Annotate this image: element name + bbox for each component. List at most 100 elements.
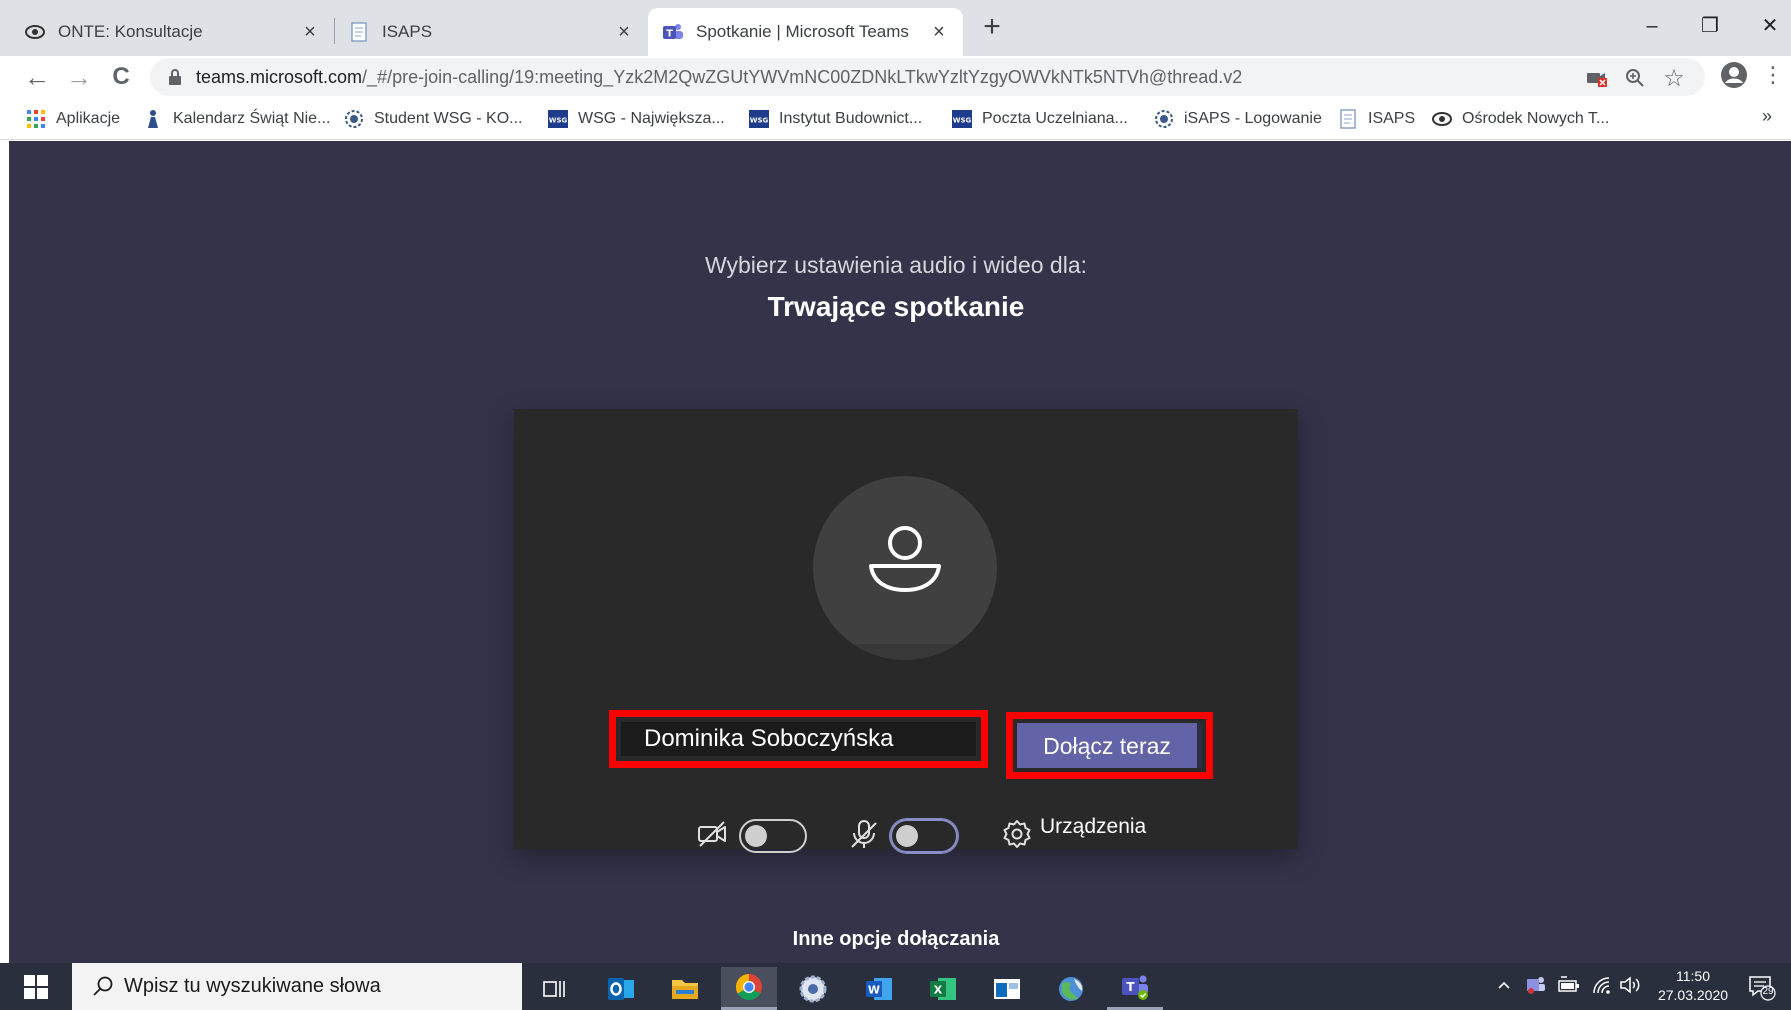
forward-button[interactable]: →: [62, 60, 96, 94]
person-icon: [869, 526, 941, 592]
profile-avatar-icon[interactable]: [1720, 61, 1748, 89]
bookmarks-overflow-button[interactable]: »: [1762, 106, 1772, 127]
meeting-title: Trwające spotkanie: [767, 291, 1025, 322]
wsg-emblem-icon: [344, 109, 364, 129]
bookmark-label: Student WSG - KO...: [374, 110, 523, 127]
tab-strip: ONTE: Konsultacje × ISAPS × T Spotkanie …: [0, 0, 1791, 56]
word-icon[interactable]: W: [851, 967, 907, 1010]
tray-overflow-icon[interactable]: [1496, 975, 1512, 1000]
eye-logo-icon: [24, 21, 46, 43]
bookmark-label: Aplikacje: [56, 110, 121, 127]
minimize-button[interactable]: –: [1632, 8, 1672, 44]
bookmark-label: ISAPS: [1368, 110, 1416, 127]
tab-isaps[interactable]: ISAPS ×: [348, 8, 648, 56]
reload-button[interactable]: C: [104, 60, 138, 94]
star-bookmark-icon[interactable]: ☆: [1662, 65, 1686, 92]
tab-teams[interactable]: T Spotkanie | Microsoft Teams ×: [648, 8, 963, 56]
screen: ONTE: Konsultacje × ISAPS × T Spotkanie …: [0, 0, 1791, 1010]
search-icon: [93, 976, 113, 996]
bookmark-osrodek[interactable]: Ośrodek Nowych T...: [1432, 106, 1609, 132]
svg-text:WSG: WSG: [750, 117, 769, 125]
restore-button[interactable]: ❐: [1690, 8, 1730, 44]
join-now-button[interactable]: Dołącz teraz: [1017, 723, 1202, 768]
address-bar[interactable]: teams.microsoft.com/_#/pre-join-calling/…: [150, 58, 1705, 96]
svg-text:X: X: [934, 983, 943, 996]
display-name-input[interactable]: [621, 722, 976, 756]
camera-blocked-icon[interactable]: [1585, 66, 1609, 90]
windows-start-icon[interactable]: [24, 975, 48, 999]
toggle-knob: [896, 825, 918, 847]
file-explorer-icon[interactable]: [657, 967, 713, 1010]
notification-center-icon[interactable]: 29: [1748, 975, 1776, 1001]
bookmark-apps[interactable]: Aplikacje: [26, 106, 120, 132]
bookmark-label: iSAPS - Logowanie: [1184, 110, 1322, 127]
back-button[interactable]: ←: [20, 60, 54, 94]
close-tab-icon[interactable]: ×: [298, 20, 322, 44]
teams-prejoin-page: Wybierz ustawienia audio i wideo dla: Tr…: [9, 141, 1791, 963]
tab-title: ONTE: Konsultacje: [58, 22, 203, 41]
bookmark-instytut[interactable]: WSG Instytut Budownict...: [749, 106, 922, 132]
url-host: teams.microsoft.com: [196, 67, 363, 87]
close-tab-icon[interactable]: ×: [927, 20, 951, 44]
search-placeholder: Wpisz tu wyszukiwane słowa: [124, 975, 381, 997]
bookmark-poczta[interactable]: WSG Poczta Uczelniana...: [952, 106, 1128, 132]
microphone-toggle[interactable]: [890, 819, 958, 853]
tab-title: Spotkanie | Microsoft Teams: [696, 22, 909, 41]
bookmark-isaps[interactable]: ISAPS: [1338, 106, 1415, 132]
bookmark-kalendarz[interactable]: Kalendarz Świąt Nie...: [143, 106, 330, 132]
battery-icon[interactable]: [1557, 975, 1581, 1000]
bookmark-label: Poczta Uczelniana...: [982, 110, 1128, 127]
wsg-emblem-app-icon[interactable]: [785, 967, 841, 1010]
new-tab-button[interactable]: +: [976, 12, 1008, 44]
gear-icon[interactable]: [1001, 818, 1033, 850]
svg-text:WSG: WSG: [953, 117, 972, 125]
avatar-shadow: [813, 644, 997, 660]
microphone-off-icon: [851, 820, 877, 848]
volume-icon[interactable]: [1619, 975, 1643, 1000]
devices-button[interactable]: Urządzenia: [1040, 815, 1146, 839]
url-path: /_#/pre-join-calling/19:meeting_Yzk2M2Qw…: [362, 67, 1243, 87]
windows-taskbar: Wpisz tu wyszukiwane słowa W X T 11:50 2…: [0, 963, 1791, 1010]
clock-time: 11:50: [1676, 968, 1710, 984]
window-app-icon[interactable]: [979, 967, 1035, 1010]
tab-onte[interactable]: ONTE: Konsultacje ×: [24, 8, 334, 56]
svg-text:T: T: [1126, 980, 1135, 994]
bookmark-isaps-logowanie[interactable]: iSAPS - Logowanie: [1154, 106, 1322, 132]
prejoin-prompt: Wybierz ustawienia audio i wideo dla:: [704, 252, 1088, 278]
bookmark-label: Kalendarz Świąt Nie...: [173, 110, 331, 127]
tab-title: ISAPS: [382, 22, 433, 41]
url-text: teams.microsoft.com/_#/pre-join-calling/…: [196, 67, 1242, 88]
close-window-button[interactable]: ✕: [1750, 8, 1790, 44]
prejoin-card: Dołącz teraz: [514, 409, 1298, 853]
task-view-icon[interactable]: [526, 967, 582, 1010]
bookmark-label: Instytut Budownict...: [779, 110, 923, 127]
bookmark-student-wsg[interactable]: Student WSG - KO...: [344, 106, 523, 132]
teams-logo-icon: T: [662, 21, 684, 43]
teams-app-icon[interactable]: T: [1107, 967, 1163, 1010]
svg-text:WSG: WSG: [549, 117, 568, 125]
other-join-options: Inne opcje dołączania: [792, 928, 1000, 950]
name-field-highlight: [609, 710, 988, 768]
clock[interactable]: 11:50 27.03.2020: [1648, 967, 1738, 1005]
taskbar-search[interactable]: Wpisz tu wyszukiwane słowa: [72, 963, 522, 1010]
apps-grid-icon: [26, 109, 46, 129]
lock-icon: [168, 68, 182, 91]
camera-off-icon: [698, 821, 726, 847]
camera-toggle[interactable]: [739, 819, 807, 853]
outlook-icon[interactable]: [593, 967, 649, 1010]
chrome-icon[interactable]: [721, 967, 777, 1010]
bookmark-wsg-najwieksza[interactable]: WSG WSG - Największa...: [548, 106, 725, 132]
svg-text:T: T: [666, 29, 673, 40]
browser-menu-icon[interactable]: ⋮: [1762, 58, 1784, 92]
excel-icon[interactable]: X: [915, 967, 971, 1010]
teams-tray-icon[interactable]: [1525, 975, 1547, 1000]
wifi-icon[interactable]: [1591, 975, 1613, 1000]
globe-app-icon[interactable]: [1043, 967, 1099, 1010]
join-button-highlight: Dołącz teraz: [1006, 712, 1213, 779]
svg-text:W: W: [868, 983, 880, 996]
wsg-logo-icon: WSG: [952, 109, 972, 129]
document-icon: [348, 21, 370, 43]
close-tab-icon[interactable]: ×: [612, 20, 636, 44]
wsg-logo-icon: WSG: [548, 109, 568, 129]
zoom-icon[interactable]: [1623, 66, 1647, 90]
